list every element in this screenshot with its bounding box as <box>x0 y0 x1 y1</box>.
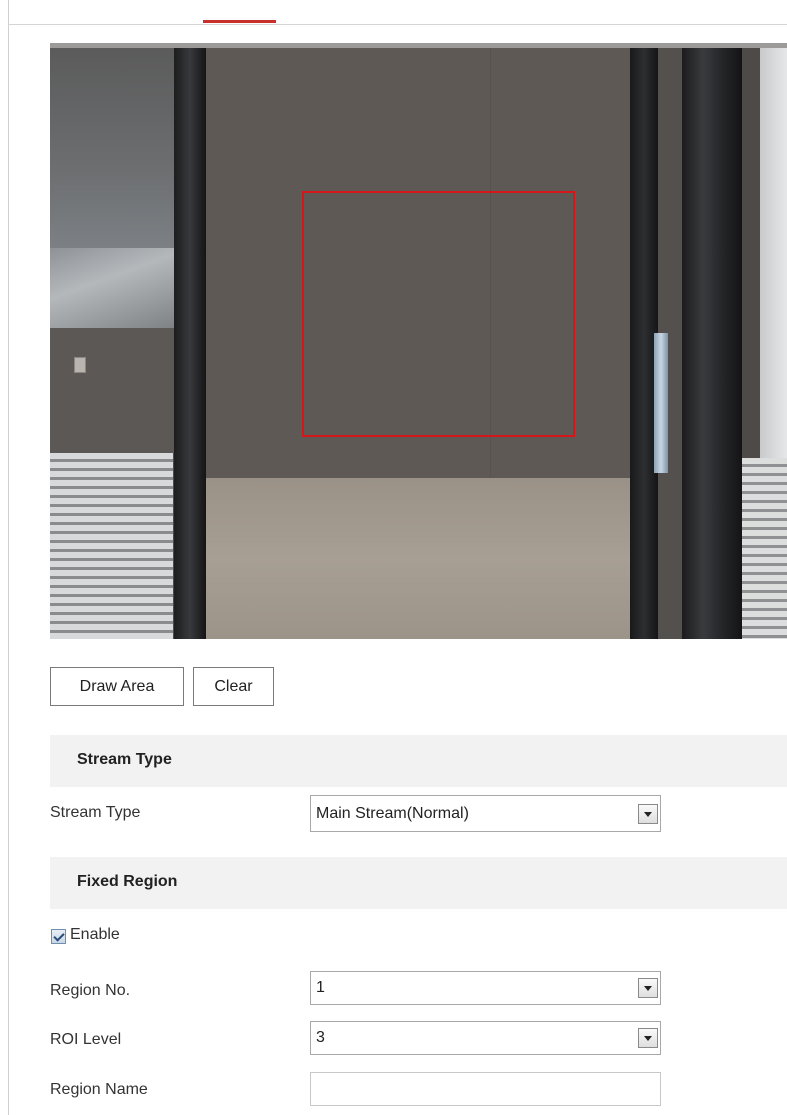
roi-level-value: 3 <box>316 1029 325 1046</box>
roi-region-box[interactable] <box>302 191 575 437</box>
chevron-down-icon[interactable] <box>638 803 658 824</box>
video-left-pillar <box>174 48 206 639</box>
stream-type-value: Main Stream(Normal) <box>316 804 469 822</box>
video-right-blinds <box>742 458 787 639</box>
video-left-blinds <box>50 453 173 639</box>
enable-label: Enable <box>70 926 120 943</box>
roi-level-select[interactable]: 3 <box>310 1021 661 1055</box>
stream-type-section-title: Stream Type <box>77 751 172 768</box>
draw-area-button[interactable]: Draw Area <box>50 667 184 706</box>
chevron-down-icon[interactable] <box>638 1028 658 1048</box>
region-no-select[interactable]: 1 <box>310 971 661 1005</box>
clear-button[interactable]: Clear <box>193 667 274 706</box>
roi-level-label: ROI Level <box>50 1031 122 1048</box>
video-left-window <box>50 248 182 328</box>
video-door-handle <box>654 333 668 473</box>
stream-type-section-header: Stream Type <box>50 735 787 787</box>
fixed-region-section-title: Fixed Region <box>77 873 178 890</box>
region-name-input[interactable] <box>310 1072 661 1106</box>
region-no-value: 1 <box>316 979 325 996</box>
stream-type-label: Stream Type <box>50 804 141 821</box>
active-tab-indicator <box>203 20 276 23</box>
fixed-region-section-header: Fixed Region <box>50 857 787 909</box>
region-no-label: Region No. <box>50 982 131 999</box>
video-right-window <box>760 48 787 458</box>
video-left-wall-upper <box>50 48 182 248</box>
enable-checkbox[interactable] <box>51 929 66 944</box>
chevron-down-icon[interactable] <box>638 978 658 998</box>
page-border <box>8 0 9 1115</box>
stream-type-select[interactable]: Main Stream(Normal) <box>310 795 661 832</box>
video-floor <box>206 478 630 639</box>
video-left-wall-mid <box>50 328 182 453</box>
region-name-label: Region Name <box>50 1081 148 1098</box>
video-right-frame <box>682 48 742 639</box>
tab-bar-divider <box>8 24 787 25</box>
video-wall-outlet <box>74 357 86 373</box>
